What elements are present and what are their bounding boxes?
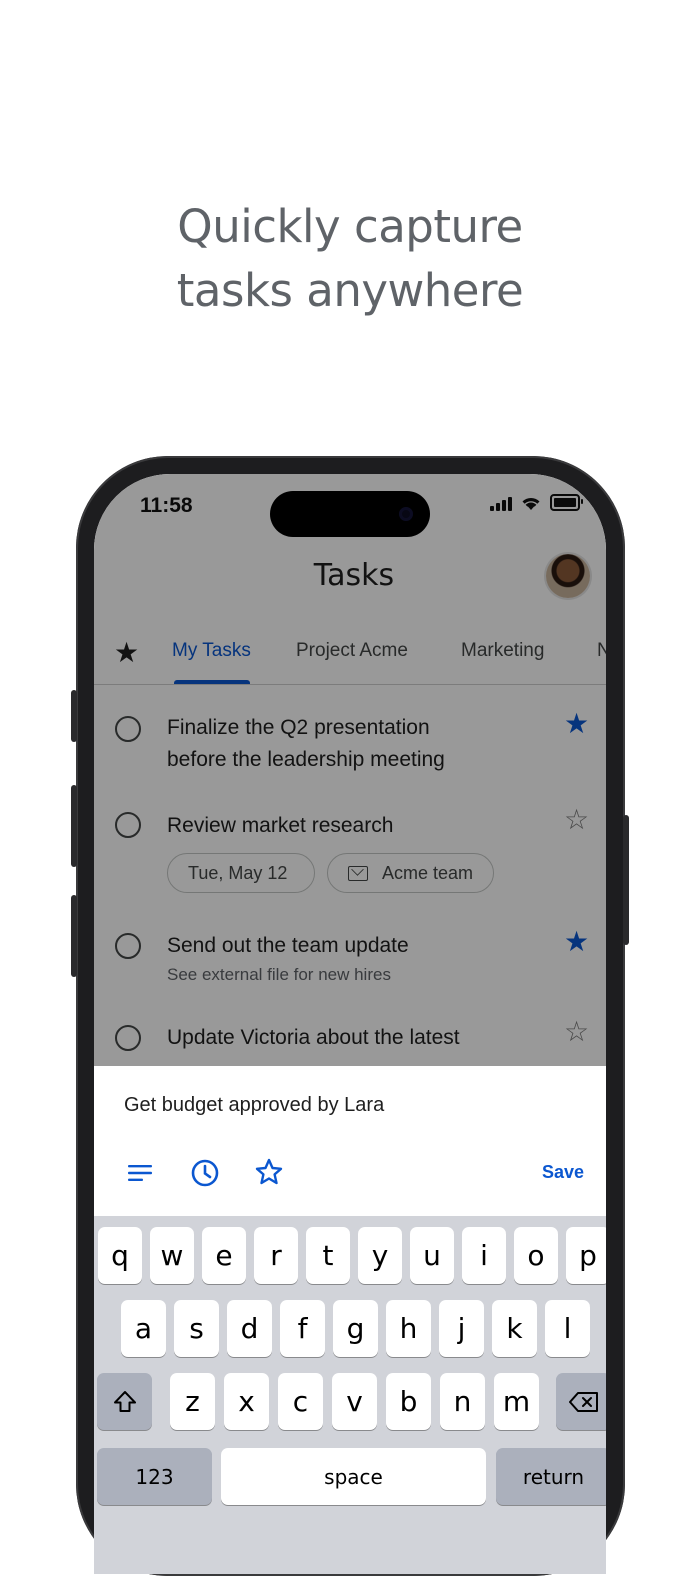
key-c[interactable]: c xyxy=(278,1373,323,1430)
key-o[interactable]: o xyxy=(514,1227,558,1284)
key-f[interactable]: f xyxy=(280,1300,325,1357)
key-t[interactable]: t xyxy=(306,1227,350,1284)
key-p[interactable]: p xyxy=(566,1227,606,1284)
key-v[interactable]: v xyxy=(332,1373,377,1430)
key-q[interactable]: q xyxy=(98,1227,142,1284)
key-i[interactable]: i xyxy=(462,1227,506,1284)
key-s[interactable]: s xyxy=(174,1300,219,1357)
new-task-input[interactable]: Get budget approved by Lara xyxy=(124,1094,384,1117)
key-k[interactable]: k xyxy=(492,1300,537,1357)
key-j[interactable]: j xyxy=(439,1300,484,1357)
backspace-key[interactable] xyxy=(556,1373,606,1430)
power-button xyxy=(623,815,629,945)
phone-screen: 11:58 Tasks ★ My Tasks Project Acme Mark… xyxy=(94,474,606,1574)
scrim-overlay[interactable] xyxy=(94,474,606,1066)
key-n[interactable]: n xyxy=(440,1373,485,1430)
return-key[interactable]: return xyxy=(496,1448,606,1505)
key-m[interactable]: m xyxy=(494,1373,539,1430)
promo-headline-line2: tasks anywhere xyxy=(176,264,524,317)
key-u[interactable]: u xyxy=(410,1227,454,1284)
new-task-sheet: Get budget approved by Lara Save xyxy=(94,1066,606,1216)
promo-headline: Quickly capture tasks anywhere xyxy=(0,195,700,323)
key-b[interactable]: b xyxy=(386,1373,431,1430)
action-button xyxy=(71,690,77,742)
key-e[interactable]: e xyxy=(202,1227,246,1284)
key-z[interactable]: z xyxy=(170,1373,215,1430)
shift-key[interactable] xyxy=(97,1373,152,1430)
key-g[interactable]: g xyxy=(333,1300,378,1357)
key-a[interactable]: a xyxy=(121,1300,166,1357)
key-x[interactable]: x xyxy=(224,1373,269,1430)
shift-icon xyxy=(113,1390,136,1412)
onscreen-keyboard: q w e r t y u i o p a s d f g h j k l z xyxy=(94,1216,606,1574)
key-l[interactable]: l xyxy=(545,1300,590,1357)
star-outline-icon[interactable] xyxy=(254,1157,284,1187)
space-key[interactable]: space xyxy=(221,1448,486,1505)
key-d[interactable]: d xyxy=(227,1300,272,1357)
key-w[interactable]: w xyxy=(150,1227,194,1284)
key-h[interactable]: h xyxy=(386,1300,431,1357)
volume-up-button xyxy=(71,785,77,867)
backspace-icon xyxy=(568,1391,598,1412)
details-icon[interactable] xyxy=(126,1159,154,1187)
key-y[interactable]: y xyxy=(358,1227,402,1284)
tasks-app: 11:58 Tasks ★ My Tasks Project Acme Mark… xyxy=(94,474,606,1574)
numbers-key[interactable]: 123 xyxy=(97,1448,212,1505)
volume-down-button xyxy=(71,895,77,977)
key-r[interactable]: r xyxy=(254,1227,298,1284)
promo-headline-line1: Quickly capture xyxy=(177,200,523,253)
clock-icon[interactable] xyxy=(190,1158,220,1188)
save-button[interactable]: Save xyxy=(542,1162,584,1183)
